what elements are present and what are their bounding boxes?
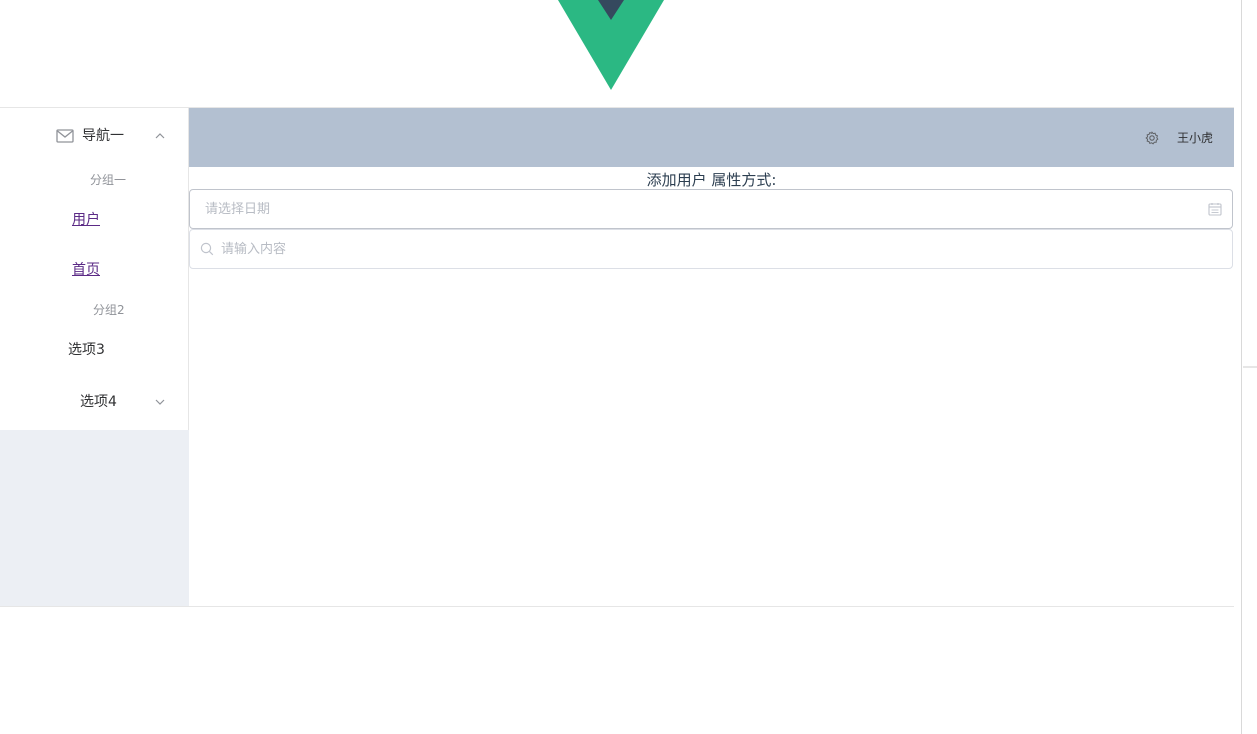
vue-logo-icon (558, 0, 664, 90)
search-icon (200, 242, 214, 256)
search-input[interactable] (221, 230, 1211, 268)
menu-item-home[interactable]: 首页 (72, 261, 100, 279)
sidebar: 导航一 分组一 用户 首页 分组2 选项3 选项4 (0, 107, 189, 606)
submenu-option4[interactable]: 选项4 (0, 374, 188, 430)
submenu-nav1[interactable]: 导航一 (0, 108, 188, 164)
message-icon (56, 129, 74, 143)
top-header: 王小虎 (189, 107, 1234, 167)
submenu-nav1-label: 导航一 (82, 128, 124, 144)
menu-item-users[interactable]: 用户 (72, 211, 100, 229)
calendar-icon[interactable] (1208, 202, 1222, 216)
search-box[interactable] (189, 229, 1233, 269)
menu-group-title-2: 分组2 (93, 303, 125, 317)
menu-group-title-1: 分组一 (90, 173, 127, 187)
chevron-down-icon (155, 399, 165, 405)
user-name[interactable]: 王小虎 (1177, 130, 1213, 146)
date-picker[interactable] (189, 189, 1233, 229)
layout-container: 导航一 分组一 用户 首页 分组2 选项3 选项4 王小虎 添加用户 属性方式:… (0, 107, 1234, 607)
menu-item-option3[interactable]: 选项3 (68, 341, 105, 359)
main-content: 添加用户 属性方式: (189, 167, 1234, 606)
scrollbar-track[interactable] (1241, 0, 1242, 734)
chevron-up-icon (155, 133, 165, 139)
app-page: 导航一 分组一 用户 首页 分组2 选项3 选项4 王小虎 添加用户 属性方式:… (0, 0, 1257, 734)
submenu-option4-label: 选项4 (80, 394, 117, 410)
form-title: 添加用户 属性方式: (646, 171, 777, 189)
scrollbar-thumb[interactable] (1243, 366, 1257, 368)
gear-icon[interactable] (1145, 131, 1159, 145)
date-input[interactable] (205, 190, 1195, 228)
sidebar-menu: 导航一 分组一 用户 首页 分组2 选项3 选项4 (0, 107, 189, 430)
